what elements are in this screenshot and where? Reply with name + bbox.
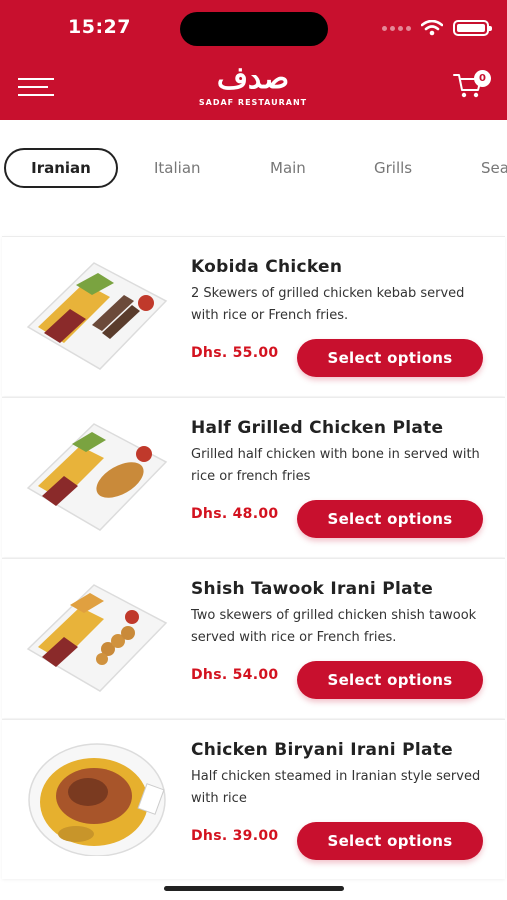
wifi-icon <box>421 20 443 36</box>
home-indicator[interactable] <box>164 886 344 891</box>
tab-main[interactable]: Main <box>270 148 306 188</box>
item-title: Half Grilled Chicken Plate <box>191 418 444 438</box>
select-options-button[interactable]: Select options <box>297 661 483 699</box>
camera-notch <box>180 12 328 46</box>
tab-iranian[interactable]: Iranian <box>4 148 118 188</box>
select-options-button[interactable]: Select options <box>297 822 483 860</box>
logo-mark: صدف <box>216 61 290 96</box>
tab-grills[interactable]: Grills <box>374 148 412 188</box>
half-grilled-chicken-photo <box>26 423 168 531</box>
cart-button[interactable]: 0 <box>453 70 491 102</box>
kobida-chicken-photo <box>26 262 168 370</box>
tab-sea[interactable]: Sea <box>481 148 507 188</box>
item-description: Two skewers of grilled chicken shish taw… <box>191 608 477 645</box>
status-icons <box>382 20 492 36</box>
item-description: Half chicken steamed in Iranian style se… <box>191 769 481 806</box>
menu-item-card[interactable]: Kobida Chicken 2 Skewers of grilled chic… <box>2 236 505 396</box>
cart-count-badge: 0 <box>474 70 491 87</box>
item-title: Kobida Chicken <box>191 257 343 277</box>
select-options-button[interactable]: Select options <box>297 339 483 377</box>
chicken-biryani-photo <box>28 743 166 856</box>
item-title: Shish Tawook Irani Plate <box>191 579 434 599</box>
item-title: Chicken Biryani Irani Plate <box>191 740 453 760</box>
item-price: Dhs. 54.00 <box>191 667 279 683</box>
shish-tawook-photo <box>26 584 168 692</box>
item-price: Dhs. 55.00 <box>191 345 279 361</box>
restaurant-logo: صدف SADAF RESTAURANT <box>194 60 312 114</box>
item-description: 2 Skewers of grilled chicken kebab serve… <box>191 286 465 323</box>
app-header: 15:27 صدف SADAF RESTAURANT 0 <box>0 0 507 120</box>
category-tabs: Iranian Italian Main Grills Sea <box>0 146 507 190</box>
menu-item-card[interactable]: Shish Tawook Irani Plate Two skewers of … <box>2 558 505 718</box>
tab-italian[interactable]: Italian <box>154 148 201 188</box>
logo-subtitle: SADAF RESTAURANT <box>198 98 308 107</box>
battery-icon <box>453 20 492 36</box>
item-description: Grilled half chicken with bone in served… <box>191 447 480 484</box>
menu-item-card[interactable]: Half Grilled Chicken Plate Grilled half … <box>2 397 505 557</box>
menu-item-card[interactable]: Chicken Biryani Irani Plate Half chicken… <box>2 719 505 879</box>
signal-icon <box>382 25 411 31</box>
status-time: 15:27 <box>68 16 131 38</box>
item-price: Dhs. 39.00 <box>191 828 279 844</box>
item-price: Dhs. 48.00 <box>191 506 279 522</box>
select-options-button[interactable]: Select options <box>297 500 483 538</box>
hamburger-menu-icon[interactable] <box>18 78 54 98</box>
